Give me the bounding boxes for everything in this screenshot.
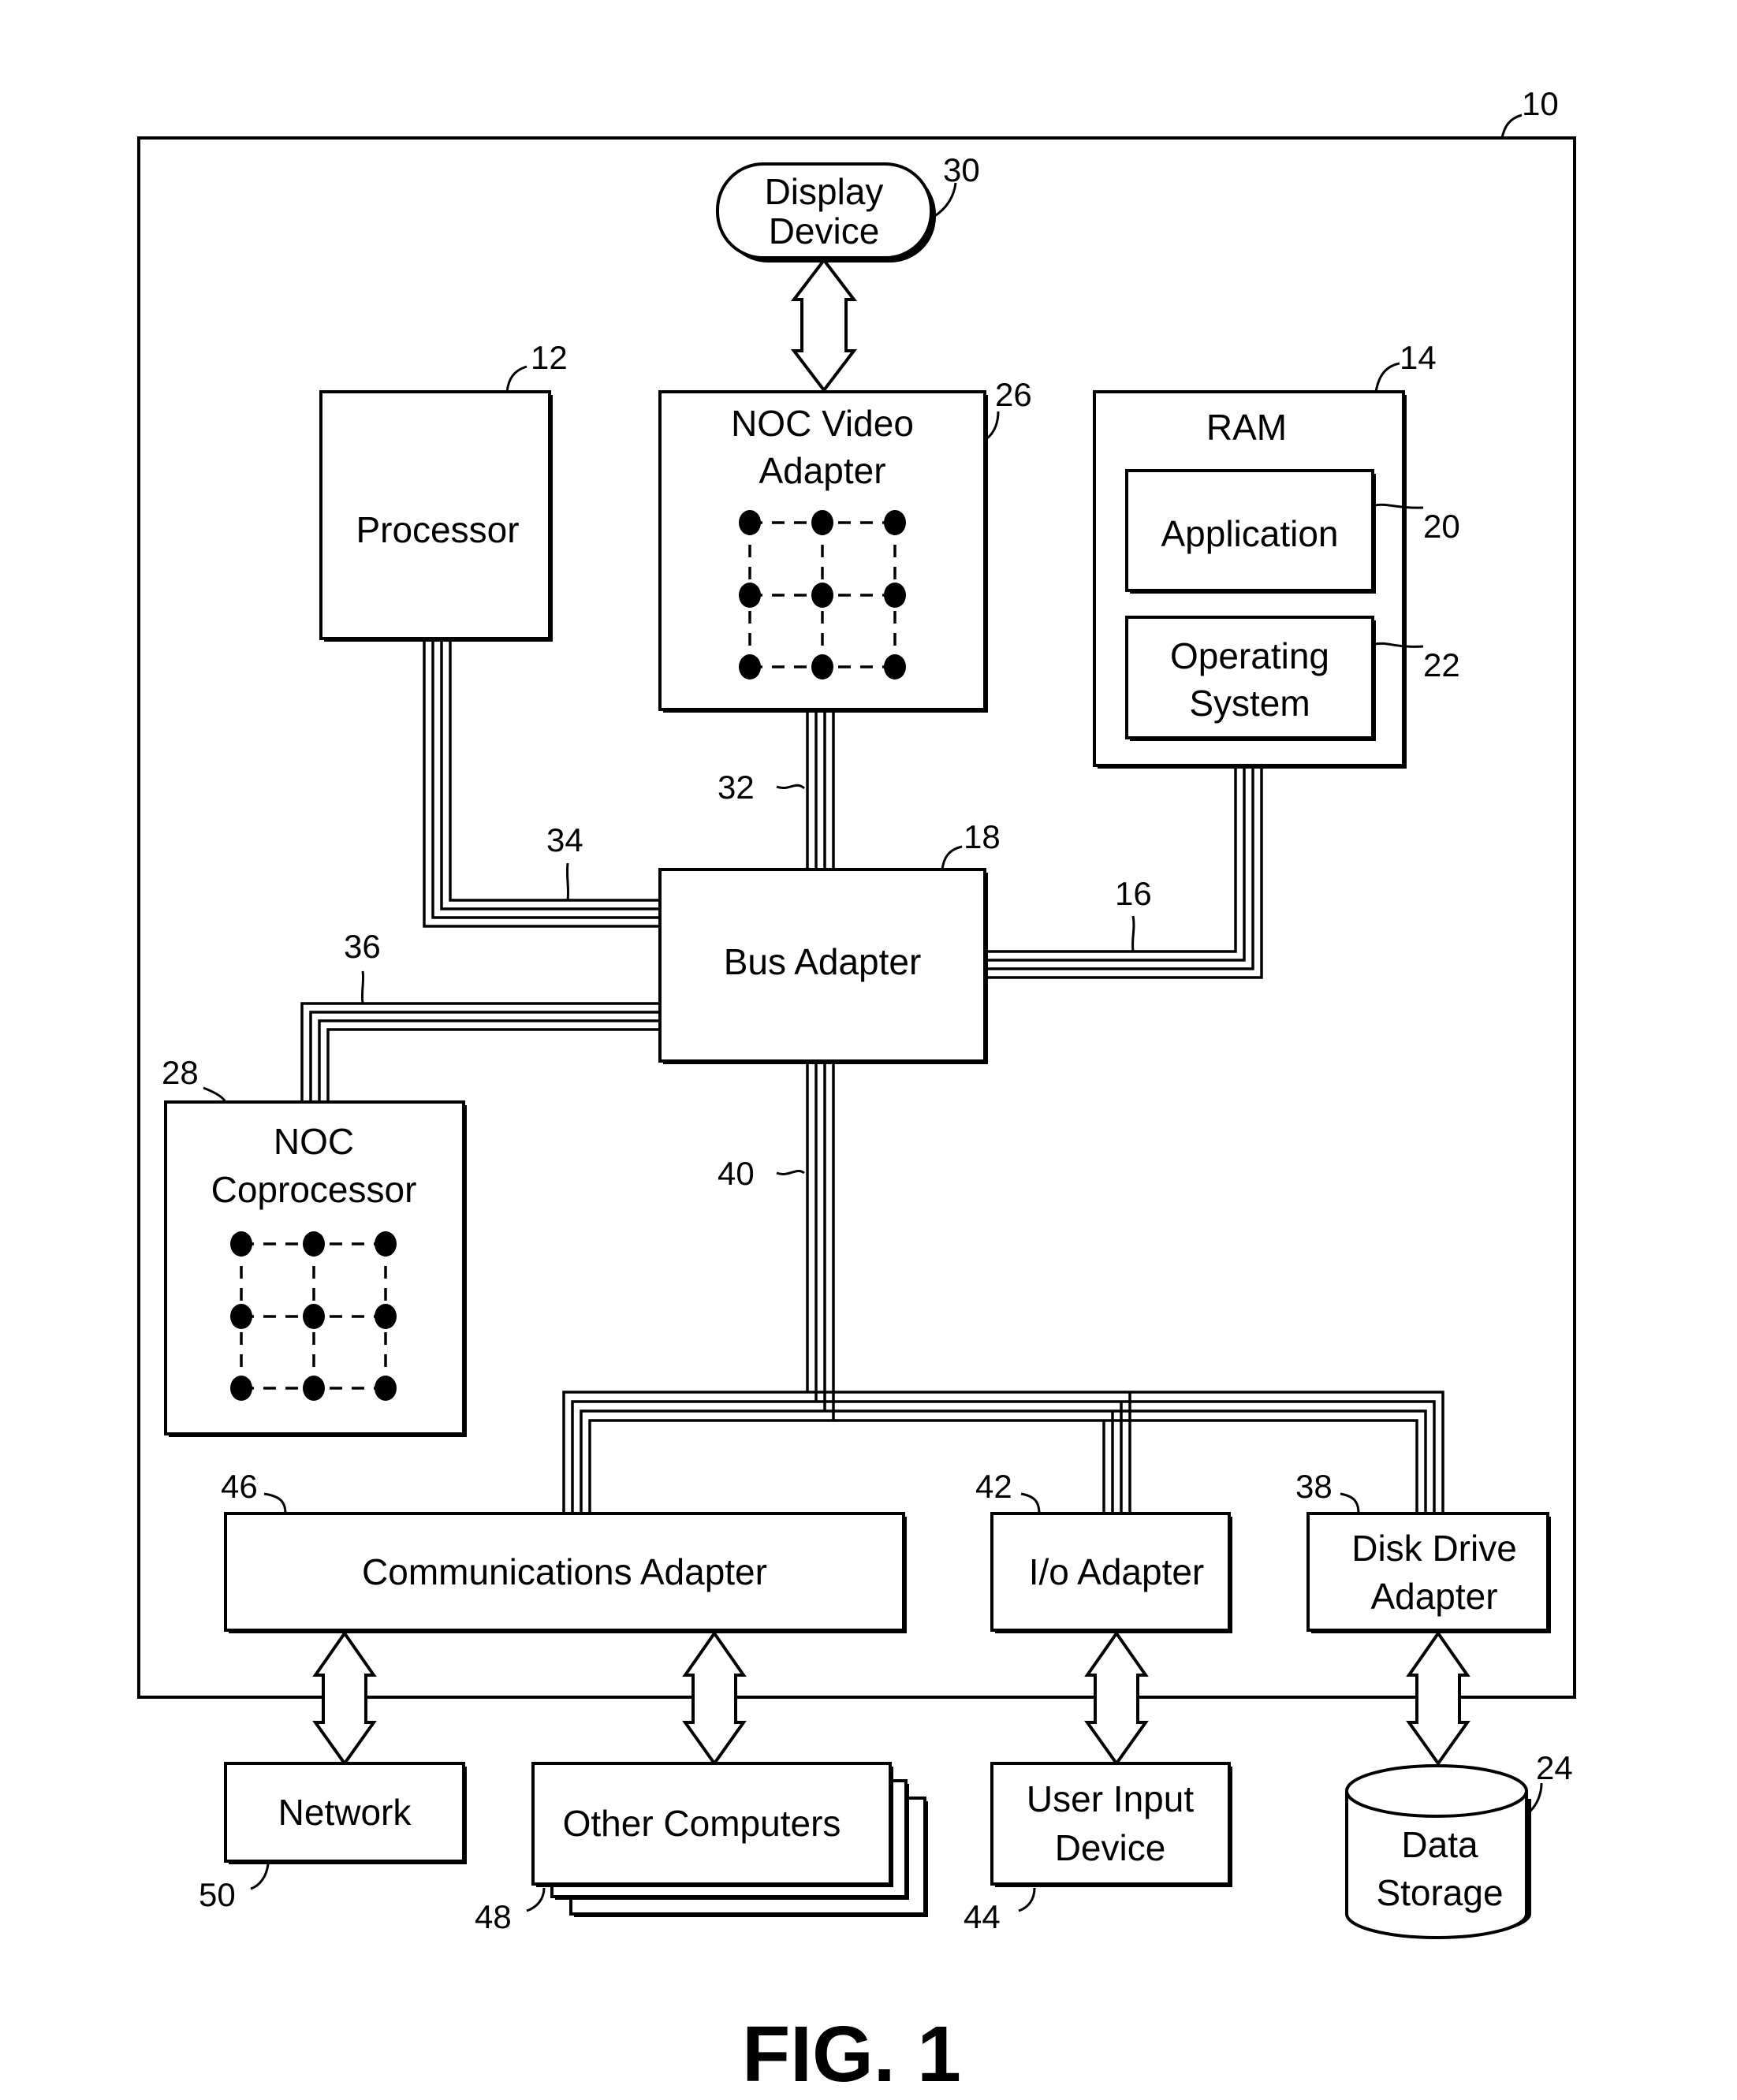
io-adapter-label: I/o Adapter xyxy=(1029,1551,1205,1592)
disk-drive-adapter-box: Disk Drive Adapter xyxy=(1306,1512,1551,1633)
noc-video-adapter-box: NOC Video Adapter xyxy=(658,390,988,713)
ref-12: 12 xyxy=(531,339,568,376)
ref-22: 22 xyxy=(1423,646,1460,683)
display-device: Display Device xyxy=(716,162,936,262)
data-storage-label-line1: Data xyxy=(1401,1824,1478,1865)
ref-30: 30 xyxy=(943,151,980,188)
ref-40: 40 xyxy=(718,1155,755,1192)
figure-title: FIG. 1 xyxy=(742,2010,961,2098)
ref-20: 20 xyxy=(1423,508,1460,545)
display-device-label-line1: Display xyxy=(765,171,884,212)
leader-line-16 xyxy=(1131,915,1135,952)
communications-adapter-label: Communications Adapter xyxy=(362,1551,767,1592)
data-storage-label-line2: Storage xyxy=(1376,1872,1503,1913)
disk-drive-label-line2: Adapter xyxy=(1370,1576,1497,1617)
block-diagram: 10 Display Device 30 Processor 12 NOC Vi… xyxy=(137,85,1576,2098)
ref-48: 48 xyxy=(475,1898,512,1935)
data-storage-cylinder: Data Storage xyxy=(1345,1764,1531,1939)
noc-video-label-line1: NOC Video xyxy=(731,403,914,444)
ref-50: 50 xyxy=(199,1876,236,1913)
communications-adapter-box: Communications Adapter xyxy=(224,1512,907,1633)
noc-coprocessor-label-line2: Coprocessor xyxy=(211,1169,417,1210)
processor-box: Processor xyxy=(319,390,553,642)
ram-label: RAM xyxy=(1206,407,1287,448)
application-label: Application xyxy=(1161,513,1338,554)
ref-10: 10 xyxy=(1522,85,1559,122)
ref-42: 42 xyxy=(975,1468,1012,1505)
leader-line-36 xyxy=(360,970,365,1004)
network-box: Network xyxy=(224,1762,467,1864)
ref-24: 24 xyxy=(1536,1749,1573,1786)
bus-adapter-label: Bus Adapter xyxy=(724,941,922,982)
ref-26: 26 xyxy=(995,376,1032,413)
leader-line-10 xyxy=(1500,114,1523,139)
ram-box: RAM Application Operating System xyxy=(1093,390,1407,769)
ref-18: 18 xyxy=(964,818,1001,855)
ref-14: 14 xyxy=(1400,339,1437,376)
ref-34: 34 xyxy=(546,821,583,858)
bus-adapter-box: Bus Adapter xyxy=(658,868,988,1064)
leader-line-34 xyxy=(565,862,570,901)
ref-44: 44 xyxy=(964,1898,1001,1935)
noc-coprocessor-box: NOC Coprocessor xyxy=(164,1100,467,1437)
io-adapter-box: I/o Adapter xyxy=(990,1512,1232,1633)
other-computers-label: Other Computers xyxy=(563,1803,841,1844)
network-label: Network xyxy=(278,1792,412,1833)
disk-drive-label-line1: Disk Drive xyxy=(1351,1528,1517,1569)
os-label-line1: Operating xyxy=(1170,635,1329,676)
user-input-device-box: User Input Device xyxy=(990,1762,1232,1887)
noc-video-label-line2: Adapter xyxy=(759,450,885,491)
ref-16: 16 xyxy=(1115,875,1152,912)
other-computers-stack: Other Computers xyxy=(531,1762,928,1917)
noc-coprocessor-label-line1: NOC xyxy=(274,1121,354,1162)
user-input-label-line1: User Input xyxy=(1027,1778,1194,1819)
processor-label: Processor xyxy=(356,509,519,550)
ref-46: 46 xyxy=(221,1468,258,1505)
ref-32: 32 xyxy=(718,769,755,806)
os-label-line2: System xyxy=(1189,683,1310,724)
ref-28: 28 xyxy=(162,1054,199,1091)
leader-line-44 xyxy=(1018,1887,1036,1912)
leader-line-50 xyxy=(250,1864,270,1890)
display-device-label-line2: Device xyxy=(769,210,880,251)
leader-line-48 xyxy=(526,1887,546,1912)
ref-36: 36 xyxy=(344,928,381,965)
ref-38: 38 xyxy=(1295,1468,1333,1505)
user-input-label-line2: Device xyxy=(1055,1827,1166,1868)
